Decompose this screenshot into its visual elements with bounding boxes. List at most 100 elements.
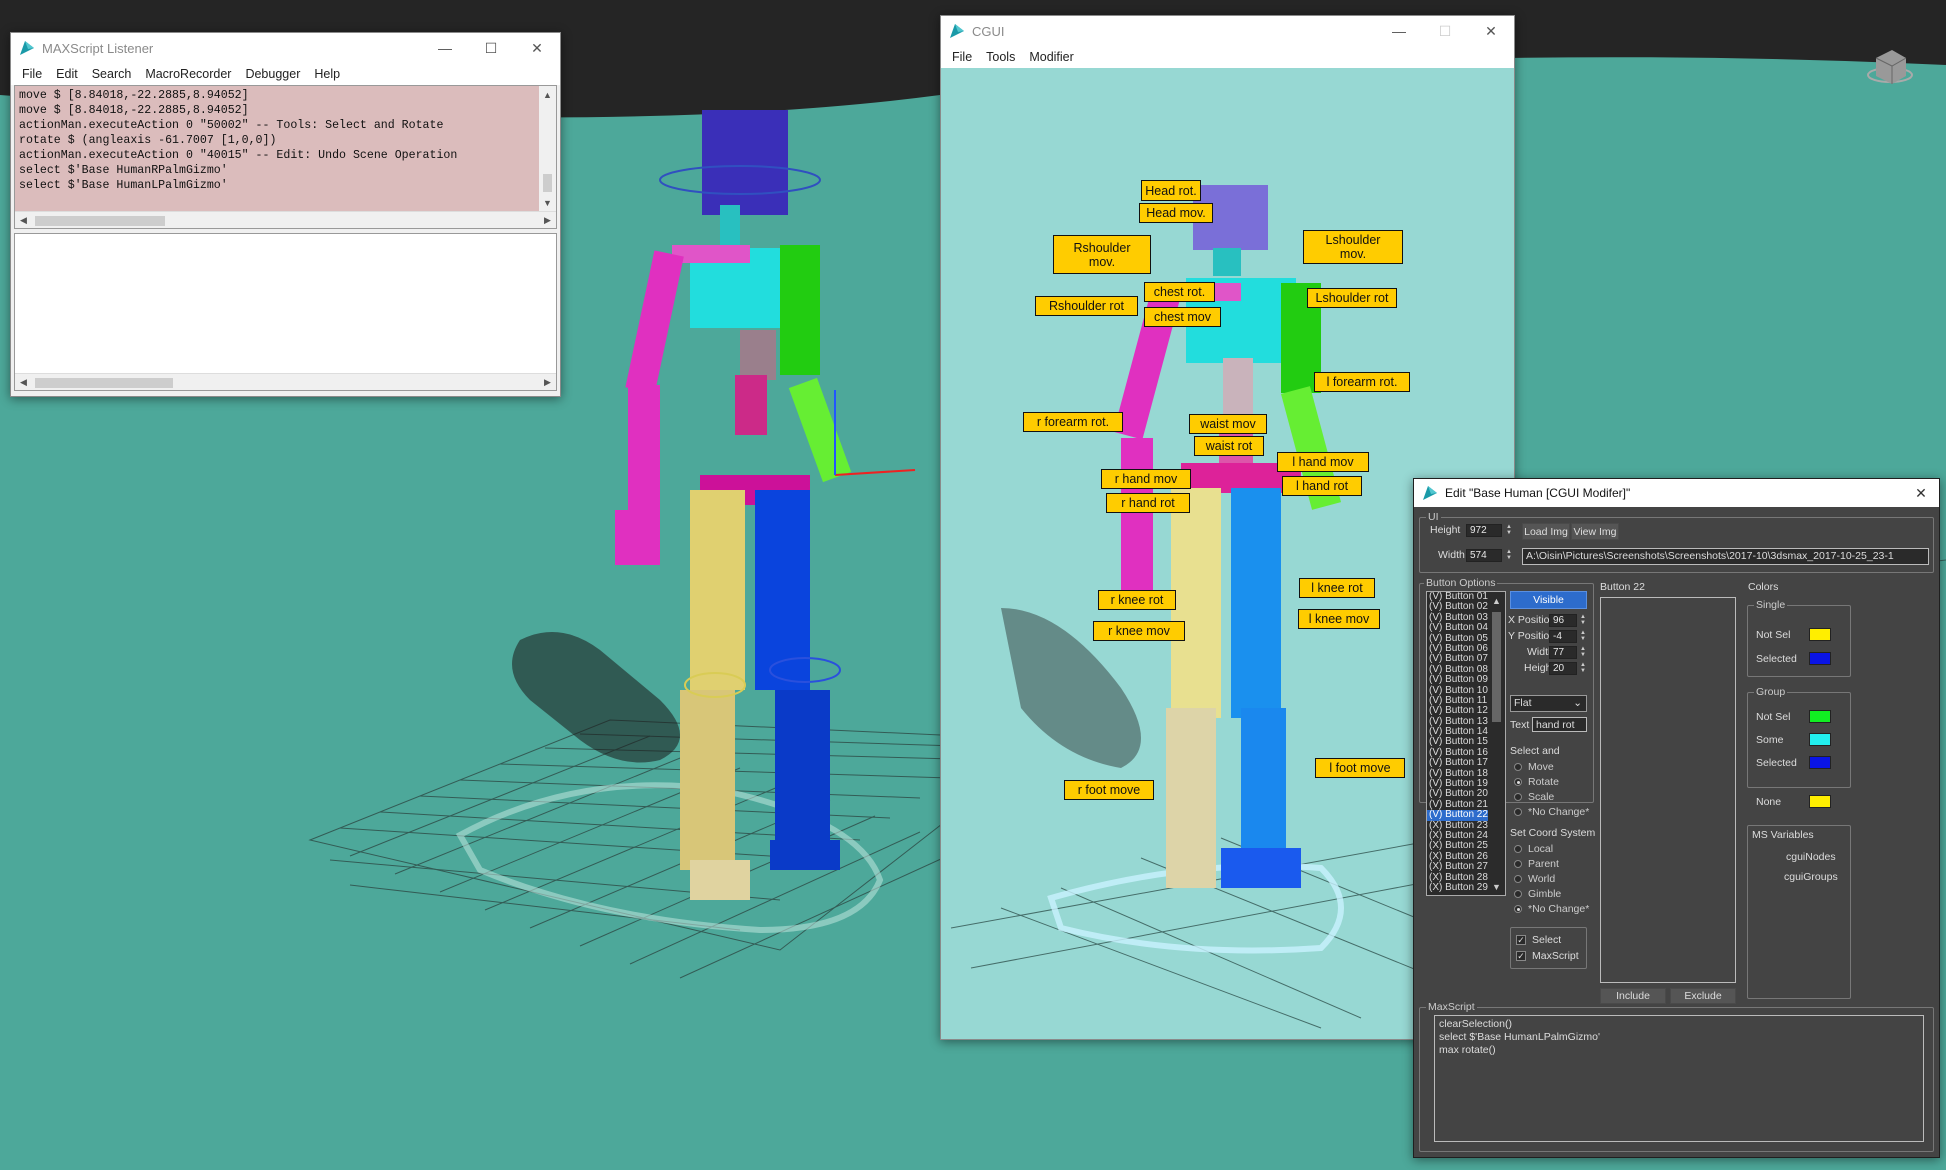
- height-spinner[interactable]: 972: [1466, 524, 1502, 537]
- menu-tools[interactable]: Tools: [979, 50, 1022, 64]
- r-hand-mov-button[interactable]: r hand mov: [1101, 469, 1191, 489]
- maximize-icon[interactable]: ☐: [468, 33, 514, 63]
- l-foot-move-button[interactable]: l foot move: [1315, 758, 1405, 778]
- exclude-button[interactable]: Exclude: [1670, 988, 1736, 1004]
- maxscript-listener-window[interactable]: MAXScript Listener — ☐ ✕ File Edit Searc…: [10, 32, 561, 397]
- close-icon[interactable]: ✕: [514, 33, 560, 63]
- spinner-arrows-icon[interactable]: ▲ ▼: [1580, 662, 1586, 674]
- none-color-swatch[interactable]: [1809, 795, 1831, 808]
- l-forearm-rot-button[interactable]: l forearm rot.: [1314, 372, 1410, 392]
- waist-rot-button[interactable]: waist rot: [1194, 436, 1264, 456]
- view-img-button[interactable]: View Img: [1571, 523, 1619, 540]
- scroll-down-icon[interactable]: ▼: [539, 194, 556, 211]
- menu-debugger[interactable]: Debugger: [238, 67, 307, 81]
- button-height-spinner[interactable]: 20: [1549, 662, 1577, 675]
- rshoulder-rot-button[interactable]: Rshoulder rot: [1035, 296, 1138, 316]
- head-mov-button[interactable]: Head mov.: [1139, 203, 1213, 223]
- edit-titlebar[interactable]: Edit "Base Human [CGUI Modifer]" ✕: [1414, 479, 1939, 507]
- edit-cgui-modifier-window[interactable]: Edit "Base Human [CGUI Modifer]" ✕ UI He…: [1413, 478, 1940, 1158]
- recorder-vscroll[interactable]: ▲ ▼: [539, 86, 556, 211]
- listener-titlebar[interactable]: MAXScript Listener — ☐ ✕: [11, 33, 560, 63]
- y-position-spinner[interactable]: -4: [1549, 630, 1577, 643]
- menu-file[interactable]: File: [15, 67, 49, 81]
- spinner-arrows-icon[interactable]: ▲ ▼: [1506, 549, 1512, 561]
- l-knee-mov-button[interactable]: l knee mov: [1298, 609, 1380, 629]
- r-foot-move-button[interactable]: r foot move: [1064, 780, 1154, 800]
- load-img-button[interactable]: Load Img: [1522, 523, 1570, 540]
- listbox-vscroll[interactable]: ▲ ▼: [1488, 592, 1505, 895]
- radio-world[interactable]: World: [1514, 873, 1555, 885]
- radio-move[interactable]: Move: [1514, 761, 1554, 773]
- recorder-hscroll[interactable]: ◀ ▶: [15, 211, 556, 228]
- style-dropdown[interactable]: Flat ⌄: [1510, 695, 1587, 712]
- chest-rot-button[interactable]: chest rot.: [1144, 282, 1215, 302]
- ms-variable-item[interactable]: cguiGroups: [1784, 871, 1838, 884]
- include-button[interactable]: Include: [1600, 988, 1666, 1004]
- radio-parent[interactable]: Parent: [1514, 858, 1559, 870]
- waist-mov-button[interactable]: waist mov: [1189, 414, 1267, 434]
- scroll-thumb[interactable]: [35, 216, 165, 226]
- scroll-thumb[interactable]: [543, 174, 552, 192]
- spinner-arrows-icon[interactable]: ▲ ▼: [1580, 614, 1586, 626]
- radio-no-change-select[interactable]: *No Change*: [1514, 806, 1589, 818]
- width-spinner[interactable]: 574: [1466, 549, 1502, 562]
- listener-output-pane[interactable]: ◀ ▶: [14, 233, 557, 391]
- r-hand-rot-button[interactable]: r hand rot: [1106, 493, 1190, 513]
- rshoulder-mov-button[interactable]: Rshoulder mov.: [1053, 235, 1151, 274]
- ms-variable-item[interactable]: cguiNodes: [1786, 851, 1836, 864]
- head-rot-button[interactable]: Head rot.: [1141, 180, 1201, 201]
- menu-help[interactable]: Help: [307, 67, 347, 81]
- scroll-thumb[interactable]: [1492, 612, 1501, 722]
- scroll-up-icon[interactable]: ▲: [1488, 592, 1505, 609]
- group-not-sel-color-swatch[interactable]: [1809, 710, 1831, 723]
- r-forearm-rot-button[interactable]: r forearm rot.: [1023, 412, 1123, 432]
- scroll-left-icon[interactable]: ◀: [15, 212, 32, 229]
- single-not-sel-color-swatch[interactable]: [1809, 628, 1831, 641]
- button-list-item[interactable]: (V) Button 04: [1427, 622, 1493, 633]
- button-width-spinner[interactable]: 77: [1549, 646, 1577, 659]
- lshoulder-mov-button[interactable]: Lshoulder mov.: [1303, 230, 1403, 264]
- radio-local[interactable]: Local: [1514, 843, 1553, 855]
- l-hand-rot-button[interactable]: l hand rot: [1282, 476, 1362, 496]
- lshoulder-rot-button[interactable]: Lshoulder rot: [1307, 288, 1397, 308]
- radio-scale[interactable]: Scale: [1514, 791, 1554, 803]
- maxscript-checkbox[interactable]: ✓ MaxScript: [1516, 950, 1579, 962]
- radio-gimble[interactable]: Gimble: [1514, 888, 1561, 900]
- menu-macrorecorder[interactable]: MacroRecorder: [138, 67, 238, 81]
- chest-mov-button[interactable]: chest mov: [1144, 307, 1221, 327]
- button-list-item[interactable]: (X) Button 29: [1427, 882, 1493, 893]
- button-list-item[interactable]: (V) Button 09: [1427, 674, 1493, 685]
- single-selected-color-swatch[interactable]: [1809, 652, 1831, 665]
- button-listbox[interactable]: (V) Button 01 (V) Button 02 (V) Button 03(…: [1426, 591, 1506, 896]
- close-icon[interactable]: ✕: [1903, 478, 1939, 508]
- menu-file[interactable]: File: [945, 50, 979, 64]
- maxscript-editor[interactable]: clearSelection() select $'Base HumanLPal…: [1434, 1015, 1924, 1142]
- scroll-thumb[interactable]: [35, 378, 173, 388]
- l-hand-mov-button[interactable]: l hand mov: [1277, 452, 1369, 472]
- cgui-titlebar[interactable]: CGUI — ☐ ✕: [941, 16, 1514, 46]
- r-knee-mov-button[interactable]: r knee mov: [1093, 621, 1185, 641]
- scroll-left-icon[interactable]: ◀: [15, 374, 32, 391]
- scroll-down-icon[interactable]: ▼: [1488, 878, 1505, 895]
- button-text-field[interactable]: hand rot: [1532, 717, 1587, 732]
- spinner-arrows-icon[interactable]: ▲ ▼: [1580, 646, 1586, 658]
- minimize-icon[interactable]: —: [422, 33, 468, 63]
- radio-rotate[interactable]: Rotate: [1514, 776, 1559, 788]
- group-selected-color-swatch[interactable]: [1809, 756, 1831, 769]
- x-position-spinner[interactable]: 96: [1549, 614, 1577, 627]
- menu-search[interactable]: Search: [85, 67, 139, 81]
- macro-recorder-pane[interactable]: move $ [8.84018,-22.2885,8.94052] move $…: [14, 85, 557, 229]
- select-checkbox[interactable]: ✓ Select: [1516, 934, 1561, 946]
- button-list-item[interactable]: (X) Button 27: [1427, 861, 1493, 872]
- radio-no-change-coord[interactable]: *No Change*: [1514, 903, 1589, 915]
- output-hscroll[interactable]: ◀ ▶: [15, 373, 556, 390]
- menu-edit[interactable]: Edit: [49, 67, 85, 81]
- visible-toggle-button[interactable]: Visible: [1510, 591, 1587, 609]
- menu-modifier[interactable]: Modifier: [1022, 50, 1080, 64]
- scroll-right-icon[interactable]: ▶: [539, 212, 556, 229]
- l-knee-rot-button[interactable]: l knee rot: [1299, 578, 1375, 598]
- close-icon[interactable]: ✕: [1468, 16, 1514, 46]
- image-path-field[interactable]: A:\Oisin\Pictures\Screenshots\Screenshot…: [1522, 548, 1929, 565]
- group-some-color-swatch[interactable]: [1809, 733, 1831, 746]
- spinner-arrows-icon[interactable]: ▲ ▼: [1506, 524, 1512, 536]
